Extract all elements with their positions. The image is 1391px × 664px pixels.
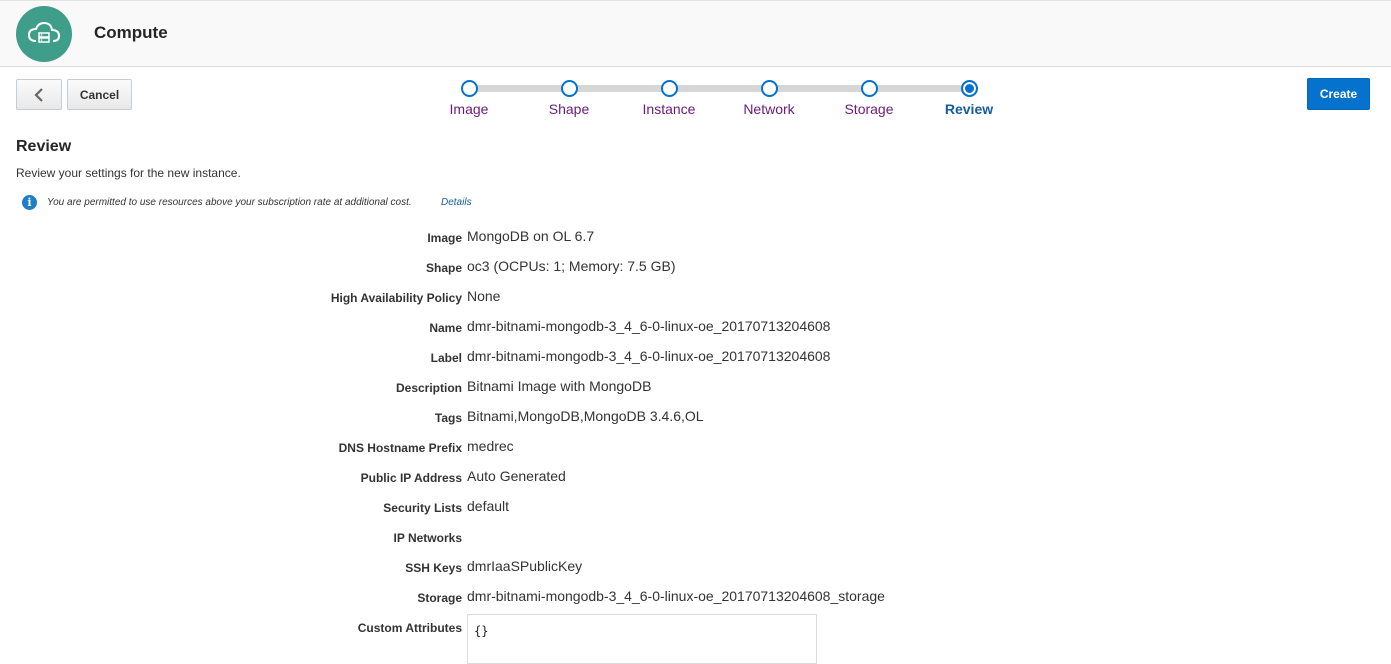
field-label: Tags <box>434 411 462 425</box>
cancel-button[interactable]: Cancel <box>67 79 132 110</box>
field-label: SSH Keys <box>405 561 462 575</box>
field-row-label: Label dmr-bitnami-mongodb-3_4_6-0-linux-… <box>0 348 1391 368</box>
train-step-dot[interactable] <box>460 80 478 97</box>
field-row-name: Name dmr-bitnami-mongodb-3_4_6-0-linux-o… <box>0 318 1391 338</box>
train-step-shape[interactable]: Shape <box>519 80 619 117</box>
train-step-label-current: Review <box>944 101 994 117</box>
field-row-storage: Storage dmr-bitnami-mongodb-3_4_6-0-linu… <box>0 588 1391 608</box>
train-step-label[interactable]: Network <box>719 101 819 117</box>
info-icon: i <box>22 195 37 210</box>
field-label: Description <box>395 381 462 395</box>
field-label: Custom Attributes <box>357 621 462 635</box>
field-value: Auto Generated <box>467 468 566 484</box>
train-step-storage[interactable]: Storage <box>819 80 919 117</box>
field-label: High Availability Policy <box>330 291 462 305</box>
field-label: Shape <box>425 261 462 275</box>
train-step-dot[interactable] <box>560 80 578 97</box>
field-value: Bitnami Image with MongoDB <box>467 378 652 394</box>
cloud-server-icon <box>16 6 72 62</box>
field-value: dmr-bitnami-mongodb-3_4_6-0-linux-oe_201… <box>467 348 831 364</box>
train-step-dot-current <box>960 80 978 97</box>
train-step-label[interactable]: Image <box>419 101 519 117</box>
train-step-dot[interactable] <box>760 80 778 97</box>
field-label: IP Networks <box>393 531 462 545</box>
field-row-security-lists: Security Lists default <box>0 498 1391 518</box>
train-step-image[interactable]: Image <box>419 80 519 117</box>
field-value: dmr-bitnami-mongodb-3_4_6-0-linux-oe_201… <box>467 318 831 334</box>
create-button[interactable]: Create <box>1307 78 1370 110</box>
train-step-label[interactable]: Storage <box>819 101 919 117</box>
app-header: Compute <box>0 0 1391 67</box>
field-row-tags: Tags Bitnami,MongoDB,MongoDB 3.4.6,OL <box>0 408 1391 428</box>
field-label: DNS Hostname Prefix <box>338 441 462 455</box>
page-subtitle: Review your settings for the new instanc… <box>16 166 241 180</box>
field-row-public-ip: Public IP Address Auto Generated <box>0 468 1391 488</box>
field-label: Name <box>429 321 462 335</box>
train-step-instance[interactable]: Instance <box>619 80 719 117</box>
field-label: Storage <box>417 591 462 605</box>
train-step-network[interactable]: Network <box>719 80 819 117</box>
field-row-description: Description Bitnami Image with MongoDB <box>0 378 1391 398</box>
chevron-left-icon <box>34 87 43 102</box>
field-row-ssh-keys: SSH Keys dmrIaaSPublicKey <box>0 558 1391 578</box>
field-row-ha-policy: High Availability Policy None <box>0 288 1391 308</box>
field-label: Image <box>427 231 462 245</box>
field-value: Bitnami,MongoDB,MongoDB 3.4.6,OL <box>467 408 704 424</box>
info-message: You are permitted to use resources above… <box>47 197 412 208</box>
field-label: Label <box>430 351 462 365</box>
field-value: medrec <box>467 438 514 454</box>
field-row-dns-prefix: DNS Hostname Prefix medrec <box>0 438 1391 458</box>
train-step-review: Review <box>919 80 1019 117</box>
details-link[interactable]: Details <box>441 197 472 208</box>
app-title: Compute <box>94 23 168 42</box>
field-value: default <box>467 498 510 514</box>
field-row-shape: Shape oc3 (OCPUs: 1; Memory: 7.5 GB) <box>0 258 1391 278</box>
train-step-label[interactable]: Shape <box>519 101 619 117</box>
train-step-dot[interactable] <box>860 80 878 97</box>
field-label: Security Lists <box>383 501 462 515</box>
field-value: MongoDB on OL 6.7 <box>467 228 595 244</box>
field-value: dmrIaaSPublicKey <box>467 558 583 574</box>
train-step-label[interactable]: Instance <box>619 101 719 117</box>
field-row-ip-networks: IP Networks <box>0 528 1391 548</box>
train-step-dot[interactable] <box>660 80 678 97</box>
field-label: Public IP Address <box>360 471 462 485</box>
field-value: dmr-bitnami-mongodb-3_4_6-0-linux-oe_201… <box>467 588 885 604</box>
field-value: None <box>467 288 501 304</box>
field-row-image: Image MongoDB on OL 6.7 <box>0 228 1391 248</box>
back-button[interactable] <box>16 79 62 110</box>
page-title: Review <box>16 138 72 155</box>
field-value: oc3 (OCPUs: 1; Memory: 7.5 GB) <box>467 258 676 274</box>
